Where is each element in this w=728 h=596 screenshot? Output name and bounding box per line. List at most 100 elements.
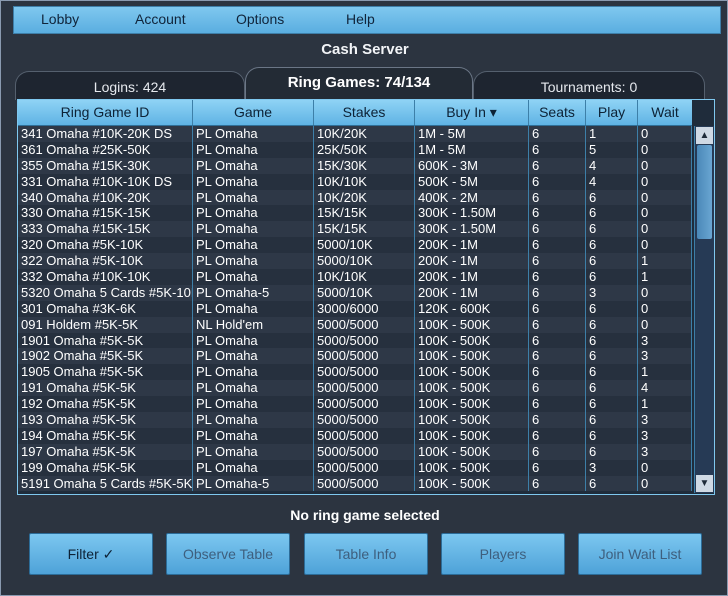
cell-game: PL Omaha-5	[193, 475, 314, 492]
cell-seats: 6	[529, 459, 586, 476]
table-row[interactable]: 355 Omaha #15K-30K PL Omaha 15K/30K 600K - …	[18, 157, 692, 174]
table-row[interactable]: 193 Omaha #5K-5K PL Omaha 5000/5000 100K - …	[18, 412, 692, 428]
menu-account[interactable]: Account	[135, 11, 186, 27]
table-row[interactable]: 341 Omaha #10K-20K DS PL Omaha 10K/20K 1M -…	[18, 126, 692, 142]
cell-stakes: 5000/5000	[314, 412, 415, 428]
table-row[interactable]: 091 Holdem #5K-5K NL Hold'em 5000/5000 100K…	[18, 316, 692, 333]
table-row[interactable]: 340 Omaha #10K-20K PL Omaha 10K/20K 400K - …	[18, 189, 692, 206]
table-row[interactable]: 301 Omaha #3K-6K PL Omaha 3000/6000 120K - …	[18, 300, 692, 317]
vertical-scrollbar[interactable]: ▲ ▼	[694, 126, 714, 493]
cell-wait: 3	[638, 332, 692, 349]
cell-play: 1	[586, 126, 638, 142]
cell-stakes: 5000/5000	[314, 396, 415, 413]
cell-id: 320 Omaha #5K-10K	[18, 237, 193, 254]
cell-play: 4	[586, 173, 638, 190]
table-row[interactable]: 322 Omaha #5K-10K PL Omaha 5000/10K 200K - …	[18, 253, 692, 270]
table-row[interactable]: 5191 Omaha 5 Cards #5K-5K PL Omaha-5 5000/…	[18, 475, 692, 492]
cell-seats: 6	[529, 284, 586, 301]
scroll-down-icon[interactable]: ▼	[696, 475, 713, 492]
table-row[interactable]: 1902 Omaha #5K-5K PL Omaha 5000/5000 100K -…	[18, 348, 692, 365]
table-row[interactable]: 191 Omaha #5K-5K PL Omaha 5000/5000 100K - …	[18, 380, 692, 397]
cell-seats: 6	[529, 189, 586, 206]
cell-wait: 1	[638, 269, 692, 285]
cell-wait: 3	[638, 443, 692, 460]
column-header-seats[interactable]: Seats	[529, 100, 586, 125]
cell-id: 1901 Omaha #5K-5K	[18, 332, 193, 349]
cell-seats: 6	[529, 316, 586, 333]
cell-seats: 6	[529, 396, 586, 413]
cell-buyin: 1M - 5M	[415, 126, 529, 142]
cell-id: 361 Omaha #25K-50K	[18, 141, 193, 158]
scroll-up-icon[interactable]: ▲	[696, 127, 713, 144]
cell-game: PL Omaha	[193, 380, 314, 397]
players-button[interactable]: Players	[441, 533, 565, 575]
column-header-play[interactable]: Play	[586, 100, 638, 125]
cell-game: PL Omaha-5	[193, 284, 314, 301]
column-header-buyin[interactable]: Buy In ▾	[415, 100, 529, 125]
table-row[interactable]: 330 Omaha #15K-15K PL Omaha 15K/15K 300K - …	[18, 205, 692, 222]
tab-ring-games[interactable]: Ring Games: 74/134	[245, 67, 473, 100]
cell-buyin: 120K - 600K	[415, 300, 529, 317]
table-row[interactable]: 361 Omaha #25K-50K PL Omaha 25K/50K 1M - 5M…	[18, 141, 692, 158]
cell-seats: 6	[529, 300, 586, 317]
cell-play: 6	[586, 300, 638, 317]
cell-game: PL Omaha	[193, 443, 314, 460]
cell-wait: 3	[638, 348, 692, 365]
cell-buyin: 200K - 1M	[415, 237, 529, 254]
cell-play: 6	[586, 443, 638, 460]
cell-stakes: 5000/5000	[314, 316, 415, 333]
cell-buyin: 1M - 5M	[415, 141, 529, 158]
table-row[interactable]: 1901 Omaha #5K-5K PL Omaha 5000/5000 100K -…	[18, 332, 692, 349]
cell-wait: 0	[638, 316, 692, 333]
table-row[interactable]: 199 Omaha #5K-5K PL Omaha 5000/5000 100K - …	[18, 459, 692, 476]
table-row[interactable]: 197 Omaha #5K-5K PL Omaha 5000/5000 100K - …	[18, 443, 692, 460]
cell-seats: 6	[529, 348, 586, 365]
table-row[interactable]: 192 Omaha #5K-5K PL Omaha 5000/5000 100K - …	[18, 396, 692, 413]
cell-play: 6	[586, 427, 638, 444]
menu-help[interactable]: Help	[346, 11, 375, 27]
cell-seats: 6	[529, 157, 586, 174]
cell-stakes: 5000/5000	[314, 443, 415, 460]
cell-wait: 0	[638, 284, 692, 301]
table-row[interactable]: 331 Omaha #10K-10K DS PL Omaha 10K/10K 500K…	[18, 173, 692, 190]
menu-lobby[interactable]: Lobby	[41, 11, 79, 27]
cell-game: PL Omaha	[193, 269, 314, 285]
cell-game: PL Omaha	[193, 459, 314, 476]
cell-play: 6	[586, 221, 638, 238]
table-row[interactable]: 332 Omaha #10K-10K PL Omaha 10K/10K 200K - …	[18, 269, 692, 285]
cell-stakes: 5000/10K	[314, 284, 415, 301]
cell-game: PL Omaha	[193, 412, 314, 428]
column-header-wait[interactable]: Wait	[638, 100, 692, 125]
table-row[interactable]: 333 Omaha #15K-15K PL Omaha 15K/15K 300K - …	[18, 221, 692, 238]
column-header-game[interactable]: Game	[193, 100, 314, 125]
cell-id: 192 Omaha #5K-5K	[18, 396, 193, 413]
cell-play: 4	[586, 157, 638, 174]
cell-id: 194 Omaha #5K-5K	[18, 427, 193, 444]
column-header-stakes[interactable]: Stakes	[314, 100, 415, 125]
cell-play: 6	[586, 364, 638, 381]
cell-buyin: 100K - 500K	[415, 412, 529, 428]
cell-wait: 1	[638, 396, 692, 413]
cell-play: 6	[586, 237, 638, 254]
cell-buyin: 100K - 500K	[415, 316, 529, 333]
table-row[interactable]: 1905 Omaha #5K-5K PL Omaha 5000/5000 100K -…	[18, 364, 692, 381]
table-row[interactable]: 320 Omaha #5K-10K PL Omaha 5000/10K 200K - …	[18, 237, 692, 254]
cell-seats: 6	[529, 173, 586, 190]
cell-game: PL Omaha	[193, 348, 314, 365]
table-row[interactable]: 194 Omaha #5K-5K PL Omaha 5000/5000 100K - …	[18, 427, 692, 444]
tab-tournaments[interactable]: Tournaments: 0	[473, 71, 705, 100]
table-row[interactable]: 5320 Omaha 5 Cards #5K-10K PL Omaha-5 5000…	[18, 284, 692, 301]
cell-seats: 6	[529, 380, 586, 397]
cell-buyin: 100K - 500K	[415, 459, 529, 476]
tab-logins[interactable]: Logins: 424	[15, 71, 245, 100]
observe-table-button[interactable]: Observe Table	[166, 533, 290, 575]
menu-options[interactable]: Options	[236, 11, 284, 27]
scroll-thumb[interactable]	[697, 145, 712, 239]
cell-stakes: 25K/50K	[314, 141, 415, 158]
filter-button[interactable]: Filter ✓	[29, 533, 153, 575]
cell-wait: 4	[638, 380, 692, 397]
column-header-id[interactable]: Ring Game ID	[18, 100, 193, 125]
table-info-button[interactable]: Table Info	[304, 533, 428, 575]
join-wait-list-button[interactable]: Join Wait List	[578, 533, 702, 575]
cell-play: 6	[586, 348, 638, 365]
